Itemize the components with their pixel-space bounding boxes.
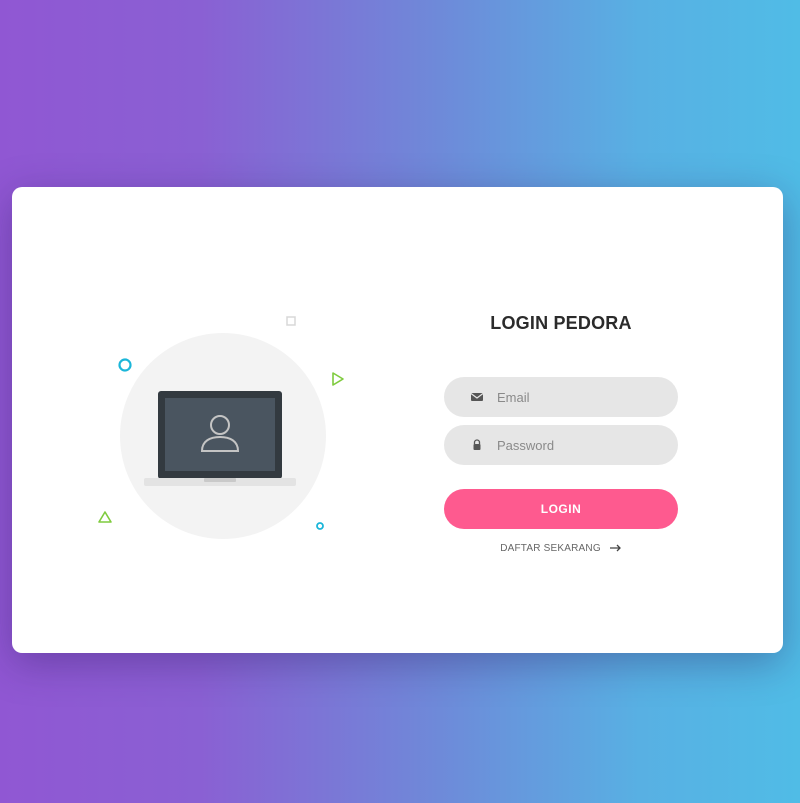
password-field[interactable] [497,425,667,465]
form-title: LOGIN PEDORA [490,313,632,333]
arrow-right-icon [609,544,621,552]
lock-icon [473,439,481,450]
signup-label: DAFTAR SEKARANG [500,543,601,554]
email-field-wrapper [444,377,678,417]
login-button[interactable]: LOGIN [444,489,678,529]
password-field-wrapper [444,425,678,465]
login-form: LOGIN PEDORA LOGIN DAFTAR SEKARANG [444,297,678,554]
laptop-icon [144,391,296,486]
envelope-icon [470,393,484,401]
triangle-deco-icon [98,511,112,523]
signup-link[interactable]: DAFTAR SEKARANG [444,543,678,554]
circle-deco-icon [316,522,324,530]
login-illustration [92,307,372,547]
login-card: LOGIN PEDORA LOGIN DAFTAR SEKARANG [12,187,783,653]
square-deco-icon [286,316,296,326]
email-field[interactable] [497,377,667,417]
play-deco-icon [332,372,344,386]
ring-deco-icon [118,358,132,372]
